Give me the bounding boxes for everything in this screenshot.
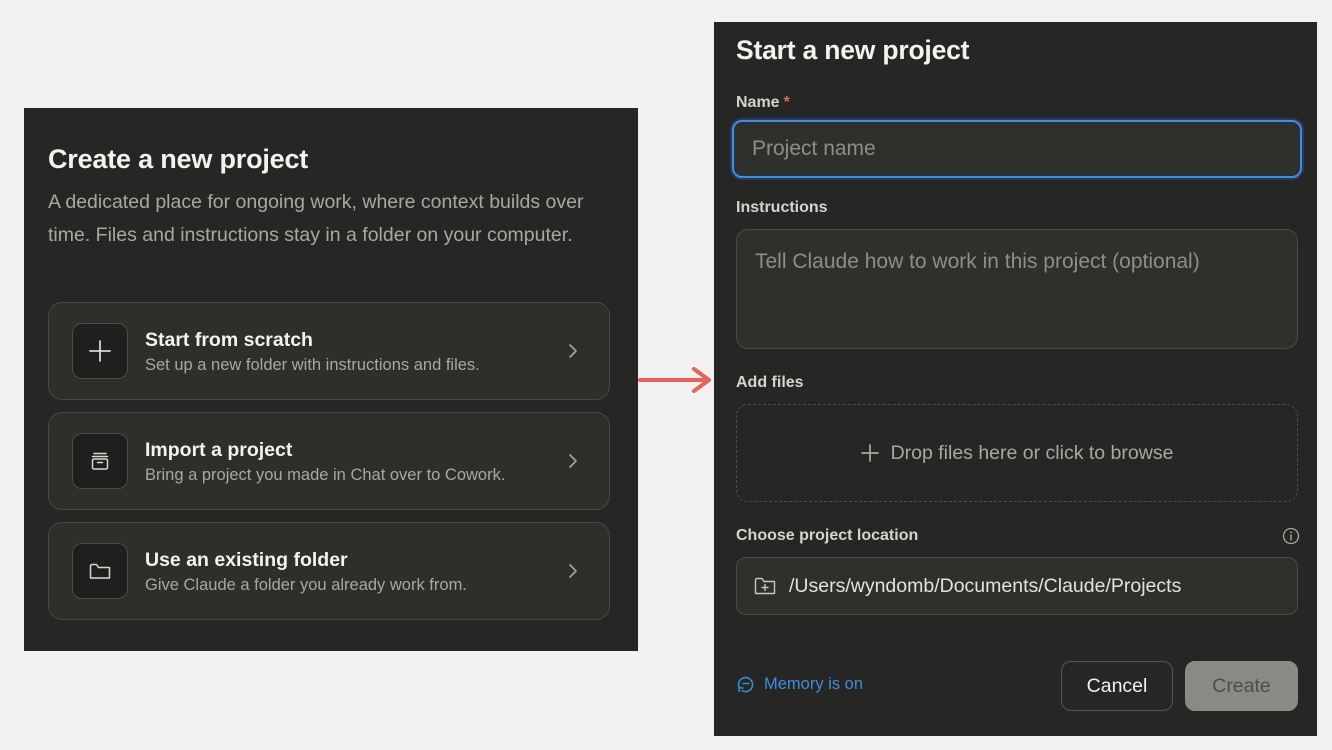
option-subtitle: Give Claude a folder you already work fr…	[145, 576, 467, 594]
create-button[interactable]: Create	[1185, 661, 1298, 711]
option-start-from-scratch[interactable]: Start from scratch Set up a new folder w…	[48, 302, 610, 400]
project-location-selector[interactable]: /Users/wyndomb/Documents/Claude/Projects	[736, 557, 1298, 615]
instructions-textarea[interactable]	[736, 229, 1298, 349]
dialog-description: A dedicated place for ongoing work, wher…	[48, 191, 584, 246]
project-name-input[interactable]	[732, 120, 1302, 178]
option-import-project[interactable]: Import a project Bring a project you mad…	[48, 412, 610, 510]
add-files-label: Add files	[736, 374, 804, 391]
chevron-right-icon	[569, 454, 577, 468]
plus-icon	[860, 444, 879, 462]
memory-toggle-link[interactable]: Memory is on	[736, 674, 863, 694]
arrow-right-icon	[638, 367, 711, 393]
option-title: Use an existing folder	[145, 549, 348, 571]
folder-icon	[72, 543, 128, 599]
file-dropzone[interactable]: Drop files here or click to browse	[736, 404, 1298, 502]
plus-icon	[72, 323, 128, 379]
memory-text: Memory is on	[764, 674, 864, 693]
archive-icon	[72, 433, 128, 489]
dialog-title: Create a new project	[48, 144, 309, 174]
start-project-form: Start a new project Name* Instructions A…	[714, 22, 1317, 736]
name-label: Name *	[736, 94, 790, 112]
location-path: /Users/wyndomb/Documents/Claude/Projects	[789, 574, 1182, 597]
name-label-text: Name	[736, 94, 780, 111]
create-project-dialog: Create a new project A dedicated place f…	[24, 108, 638, 651]
info-icon[interactable]	[1282, 527, 1300, 545]
instructions-label: Instructions	[736, 199, 828, 216]
required-marker: *	[783, 94, 790, 111]
chevron-right-icon	[569, 564, 577, 578]
option-subtitle: Set up a new folder with instructions an…	[145, 356, 480, 374]
form-title: Start a new project	[736, 35, 970, 65]
option-subtitle: Bring a project you made in Chat over to…	[145, 466, 506, 484]
folder-plus-icon	[754, 577, 776, 595]
option-use-existing-folder[interactable]: Use an existing folder Give Claude a fol…	[48, 522, 610, 620]
chevron-right-icon	[569, 344, 577, 358]
option-title: Start from scratch	[145, 329, 313, 351]
memory-icon	[737, 676, 754, 693]
location-label: Choose project location	[736, 527, 919, 544]
cancel-button[interactable]: Cancel	[1061, 661, 1173, 711]
project-options: Start from scratch Set up a new folder w…	[48, 302, 610, 632]
option-title: Import a project	[145, 439, 293, 461]
dropzone-text: Drop files here or click to browse	[890, 441, 1174, 464]
